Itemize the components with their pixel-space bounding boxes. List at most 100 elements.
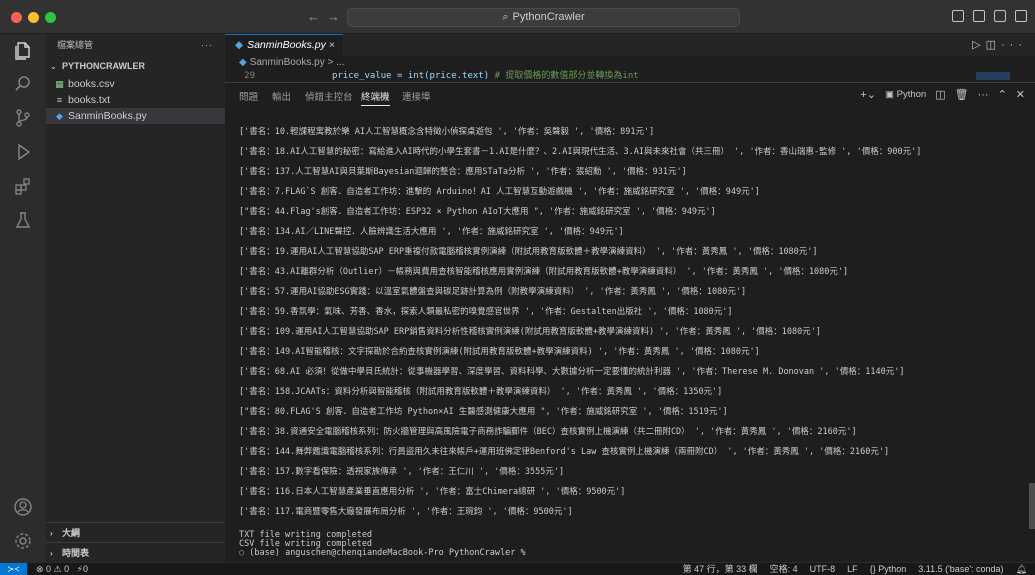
terminal-line: ['書名：38.資通安全電腦稽核系列：防火牆管理與高風險電子商務詐騙郵件（BEC… (239, 427, 857, 437)
status-bar: ≻< ⊗ 0 ⚠ 0 ⚡0 第 47 行，第 33 欄 空格: 4 UTF-8 … (0, 562, 1035, 575)
end-of-line[interactable]: LF (847, 563, 858, 575)
customize-layout-icon[interactable] (1015, 10, 1027, 22)
new-terminal-icon[interactable]: +⌄ (860, 88, 876, 101)
close-tab-icon[interactable]: × (329, 35, 335, 56)
timeline-label: 時間表 (62, 548, 90, 558)
trash-icon[interactable]: 🗑 (955, 88, 969, 101)
terminal-line: ['書名：158.JCAATs：資料分析與智能稽核（附試用教育版軟體＋教學演練資… (239, 387, 723, 397)
minimap[interactable] (976, 72, 1010, 80)
file-label: books.csv (68, 78, 115, 90)
explorer-icon[interactable] (13, 40, 33, 60)
csv-file-icon: ▦ (55, 79, 64, 89)
bottom-panel: 問題 輸出 偵錯主控台 終端機 連接埠 +⌄ ▣ Python ◫ 🗑 ··· … (225, 82, 1035, 562)
explorer-header: 檔案總管 ··· (46, 34, 225, 56)
project-folder[interactable]: ⌄ PYTHONCRAWLER (46, 56, 225, 76)
more-actions-icon[interactable]: ··· (1001, 39, 1027, 51)
zoom-window-button[interactable] (45, 12, 56, 23)
terminal-line: ['書名：7.FLAG`S 創客．自造者工作坊：進擊的 Arduino！AI 人… (239, 187, 760, 197)
language-mode[interactable]: {} Python (870, 563, 907, 575)
tab-label: SanminBooks.py (247, 39, 326, 51)
problems-status[interactable]: ⊗ 0 ⚠ 0 (36, 564, 69, 574)
cursor-position[interactable]: 第 47 行，第 33 欄 (683, 563, 758, 575)
status-right: 第 47 行，第 33 欄 空格: 4 UTF-8 LF {} Python 3… (683, 563, 1027, 575)
terminal-line: ['書名：19.運用AI人工智慧協助SAP ERP重複付款電腦稽核實例演練（附試… (239, 247, 818, 257)
title-bar: ← → ⌕ PythonCrawler (0, 0, 1035, 34)
python-file-icon: ◆ (239, 57, 247, 68)
forward-arrow-icon[interactable]: → (327, 9, 340, 24)
extensions-icon[interactable] (13, 176, 33, 196)
run-icon[interactable]: ▷ (972, 39, 985, 51)
terminal-kind-label: Python (896, 89, 927, 100)
tab-problems[interactable]: 問題 (239, 89, 258, 103)
notifications-bell-icon[interactable]: 🔔︎ (1016, 563, 1027, 575)
explorer-title: 檔案總管 (57, 40, 94, 50)
file-label: books.txt (68, 94, 111, 106)
close-window-button[interactable] (11, 12, 22, 23)
indentation[interactable]: 空格: 4 (770, 563, 798, 575)
tab-debug-console[interactable]: 偵錯主控台 (305, 89, 353, 103)
activity-bar (0, 34, 46, 562)
ports-status[interactable]: ⚡0 (77, 564, 88, 574)
terminal-line: ['書名：117.電商暨零售大廠發展布局分析 ', '作者：王琬鈞 ', '價格… (239, 507, 573, 517)
toggle-secondary-sidebar-icon[interactable] (994, 10, 1006, 22)
command-center-search[interactable]: ⌕ PythonCrawler (347, 8, 740, 27)
encoding[interactable]: UTF-8 (810, 563, 836, 575)
terminal-line: ['書名：109.運用AI人工智慧協助SAP ERP銷售資料分析性稽核實例演練(… (239, 327, 821, 337)
terminal-line: ['書名：57.運用AI協助ESG實踐：以溫室氣體盤查與碳足跡計算為例（附教學演… (239, 287, 747, 297)
terminal-line: ['書名：116.日本人工智慧產業垂直應用分析 ', '作者：富士Chimera… (239, 487, 626, 497)
source-control-icon[interactable] (13, 108, 33, 128)
toggle-sidebar-icon[interactable] (952, 10, 964, 22)
terminal-line: ['書名：134.AI／LINE聲控．人臉辨識生活大應用 ', '作者：施威銘研… (239, 227, 624, 237)
terminal-line: ['書名：157.數字看保險：透視家族傳承 ', '作者：王仁川 ', '價格：… (239, 467, 565, 477)
toggle-panel-icon[interactable] (973, 10, 985, 22)
terminal-line: ["書名：44.Flag's創客．自造者工作坊：ESP32 × Python A… (239, 207, 716, 217)
account-icon[interactable] (13, 497, 33, 517)
editor-tabs: ◆ SanminBooks.py × ▷◫··· (225, 34, 1035, 56)
editor-actions: ▷◫··· (972, 38, 1027, 51)
editor-area: ◆ SanminBooks.py × ▷◫··· ◆ SanminBooks.py … (225, 34, 1035, 562)
manage-gear-icon[interactable] (13, 531, 33, 551)
breadcrumb-path[interactable]: SanminBooks.py > ... (250, 57, 345, 68)
file-item-books-csv[interactable]: ▦ books.csv (46, 76, 225, 92)
terminal-line: ['書名：43.AI離群分析（Outlier）－帳務與費用查核智能稽核應用實例演… (239, 267, 849, 277)
project-folder-label: PYTHONCRAWLER (62, 61, 145, 71)
explorer-sidebar: 檔案總管 ··· ⌄ PYTHONCRAWLER ▦ books.csv ≡ book… (46, 34, 225, 562)
close-panel-icon[interactable]: ✕ (1016, 88, 1025, 101)
search-icon[interactable] (13, 74, 33, 94)
command-center-label: PythonCrawler (512, 11, 585, 23)
back-arrow-icon[interactable]: ← (307, 9, 320, 24)
python-file-icon: ◆ (235, 39, 244, 51)
split-terminal-icon[interactable]: ◫ (935, 88, 945, 101)
terminal-line: ['書名：149.AI智能稽核：文字探勘於合約查核實例演練(附試用教育版軟體+教… (239, 347, 760, 357)
chevron-down-icon: ⌄ (50, 62, 57, 71)
tab-output[interactable]: 輸出 (272, 89, 291, 103)
terminal-scrollbar[interactable] (1029, 483, 1035, 529)
file-item-books-txt[interactable]: ≡ books.txt (46, 92, 225, 108)
minimize-window-button[interactable] (28, 12, 39, 23)
python-file-icon: ◆ (56, 111, 63, 121)
tab-ports[interactable]: 連接埠 (402, 89, 431, 103)
outline-section[interactable]: › 大綱 (46, 522, 225, 542)
python-interpreter[interactable]: 3.11.5 ('base': conda) (918, 563, 1003, 575)
remote-indicator-icon[interactable]: ≻< (0, 563, 27, 575)
maximize-panel-icon[interactable]: ⌃ (998, 88, 1007, 101)
line-number: 29 (244, 71, 255, 81)
sidebar-bottom-sections: › 大綱 › 時間表 (46, 522, 225, 562)
more-actions-icon[interactable]: ··· (201, 34, 213, 56)
timeline-section[interactable]: › 時間表 (46, 542, 225, 562)
file-item-sanminbooks-py[interactable]: ◆ SanminBooks.py (46, 108, 225, 124)
tab-sanminbooks-py[interactable]: ◆ SanminBooks.py × (225, 34, 343, 56)
run-debug-icon[interactable] (13, 142, 33, 162)
terminal-kind[interactable]: ▣ Python (885, 89, 926, 100)
breadcrumb: ◆ SanminBooks.py > ... (225, 56, 1035, 70)
more-actions-icon[interactable]: ··· (978, 89, 989, 101)
search-icon: ⌕ (502, 11, 509, 23)
code-line[interactable]: 29 price_value = int(price.text) # 提取價格的數… (225, 70, 1035, 82)
terminal-line: ['書名：144.舞弊鑑識電腦稽核系列：行員盜用久未往來帳戶+運用班佛定律Ben… (239, 447, 890, 457)
tab-terminal[interactable]: 終端機 (361, 89, 390, 106)
split-editor-icon[interactable]: ◫ (986, 39, 1001, 51)
terminal-line: ['書名：137.人工智慧AI與貝葉斯Bayesian迴歸的整合：應用STaTa… (239, 167, 687, 177)
testing-icon[interactable] (13, 210, 33, 230)
terminal-output[interactable]: ['書名：10.輕課程寓教於樂 AI人工智慧概念含特徵小偵探桌遊包 ', '作者… (239, 125, 1029, 558)
file-label: SanminBooks.py (68, 110, 147, 122)
